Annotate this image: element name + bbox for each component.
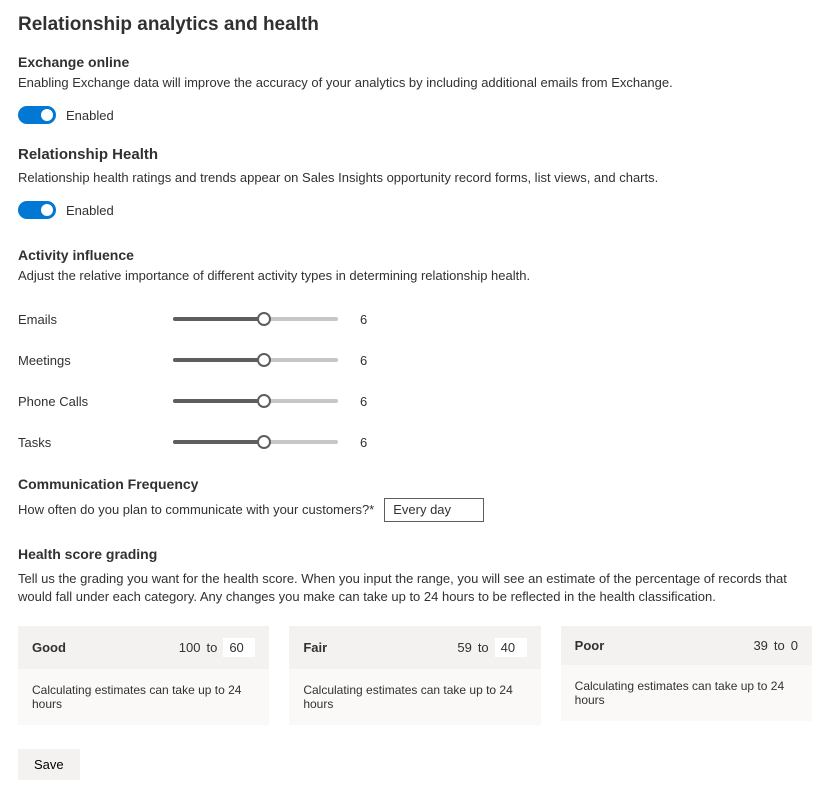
range-fair: 59 to 40 [457,638,526,657]
exchange-toggle[interactable] [18,106,56,124]
slider-tasks[interactable] [173,440,338,444]
range-input-fair[interactable]: 40 [495,638,527,657]
grading-card-good: Good 100 to 60 Calculating estimates can… [18,626,269,725]
activity-section-title: Activity influence [18,247,812,263]
range-input-good[interactable]: 60 [223,638,255,657]
slider-value-emails: 6 [360,312,367,327]
range-poor: 39 to 0 [753,638,798,653]
exchange-description: Enabling Exchange data will improve the … [18,74,812,92]
card-header: Good 100 to 60 [18,626,269,669]
grading-card-fair: Fair 59 to 40 Calculating estimates can … [289,626,540,725]
range-to: to [206,640,217,655]
slider-label-emails: Emails [18,312,173,327]
page-title: Relationship analytics and health [18,14,812,36]
range-to: to [478,640,489,655]
grading-description: Tell us the grading you want for the hea… [18,570,812,606]
card-label-poor: Poor [575,638,605,653]
card-label-fair: Fair [303,640,327,655]
slider-row-phone: Phone Calls 6 [18,394,812,409]
communication-label: How often do you plan to communicate wit… [18,502,374,517]
range-high: 39 [753,638,767,653]
slider-fill [173,440,264,444]
slider-fill [173,317,264,321]
slider-value-phone: 6 [360,394,367,409]
slider-thumb[interactable] [257,353,271,367]
activity-description: Adjust the relative importance of differ… [18,267,812,285]
communication-frequency-select[interactable]: Every day [384,498,484,522]
slider-value-tasks: 6 [360,435,367,450]
slider-value-meetings: 6 [360,353,367,368]
exchange-toggle-label: Enabled [66,108,114,123]
slider-label-phone: Phone Calls [18,394,173,409]
card-label-good: Good [32,640,66,655]
slider-label-tasks: Tasks [18,435,173,450]
card-header: Fair 59 to 40 [289,626,540,669]
health-toggle-row: Enabled [18,201,812,219]
range-high: 100 [179,640,201,655]
grading-section-title: Health score grading [18,546,812,562]
exchange-toggle-row: Enabled [18,106,812,124]
save-button[interactable]: Save [18,749,80,780]
slider-thumb[interactable] [257,435,271,449]
range-high: 59 [457,640,471,655]
slider-thumb[interactable] [257,394,271,408]
card-header: Poor 39 to 0 [561,626,812,665]
range-low: 0 [791,638,798,653]
slider-thumb[interactable] [257,312,271,326]
slider-emails[interactable] [173,317,338,321]
card-note-good: Calculating estimates can take up to 24 … [18,669,269,725]
slider-row-emails: Emails 6 [18,312,812,327]
range-good: 100 to 60 [179,638,256,657]
slider-meetings[interactable] [173,358,338,362]
communication-section-title: Communication Frequency [18,476,812,492]
communication-row: How often do you plan to communicate wit… [18,498,812,522]
card-note-poor: Calculating estimates can take up to 24 … [561,665,812,721]
exchange-section-title: Exchange online [18,54,812,70]
health-description: Relationship health ratings and trends a… [18,169,812,187]
grading-cards: Good 100 to 60 Calculating estimates can… [18,626,812,725]
health-toggle[interactable] [18,201,56,219]
slider-phone[interactable] [173,399,338,403]
slider-row-meetings: Meetings 6 [18,353,812,368]
health-toggle-label: Enabled [66,203,114,218]
slider-fill [173,399,264,403]
slider-label-meetings: Meetings [18,353,173,368]
card-note-fair: Calculating estimates can take up to 24 … [289,669,540,725]
slider-row-tasks: Tasks 6 [18,435,812,450]
range-to: to [774,638,785,653]
health-section-title: Relationship Health [18,146,812,163]
slider-fill [173,358,264,362]
grading-card-poor: Poor 39 to 0 Calculating estimates can t… [561,626,812,725]
